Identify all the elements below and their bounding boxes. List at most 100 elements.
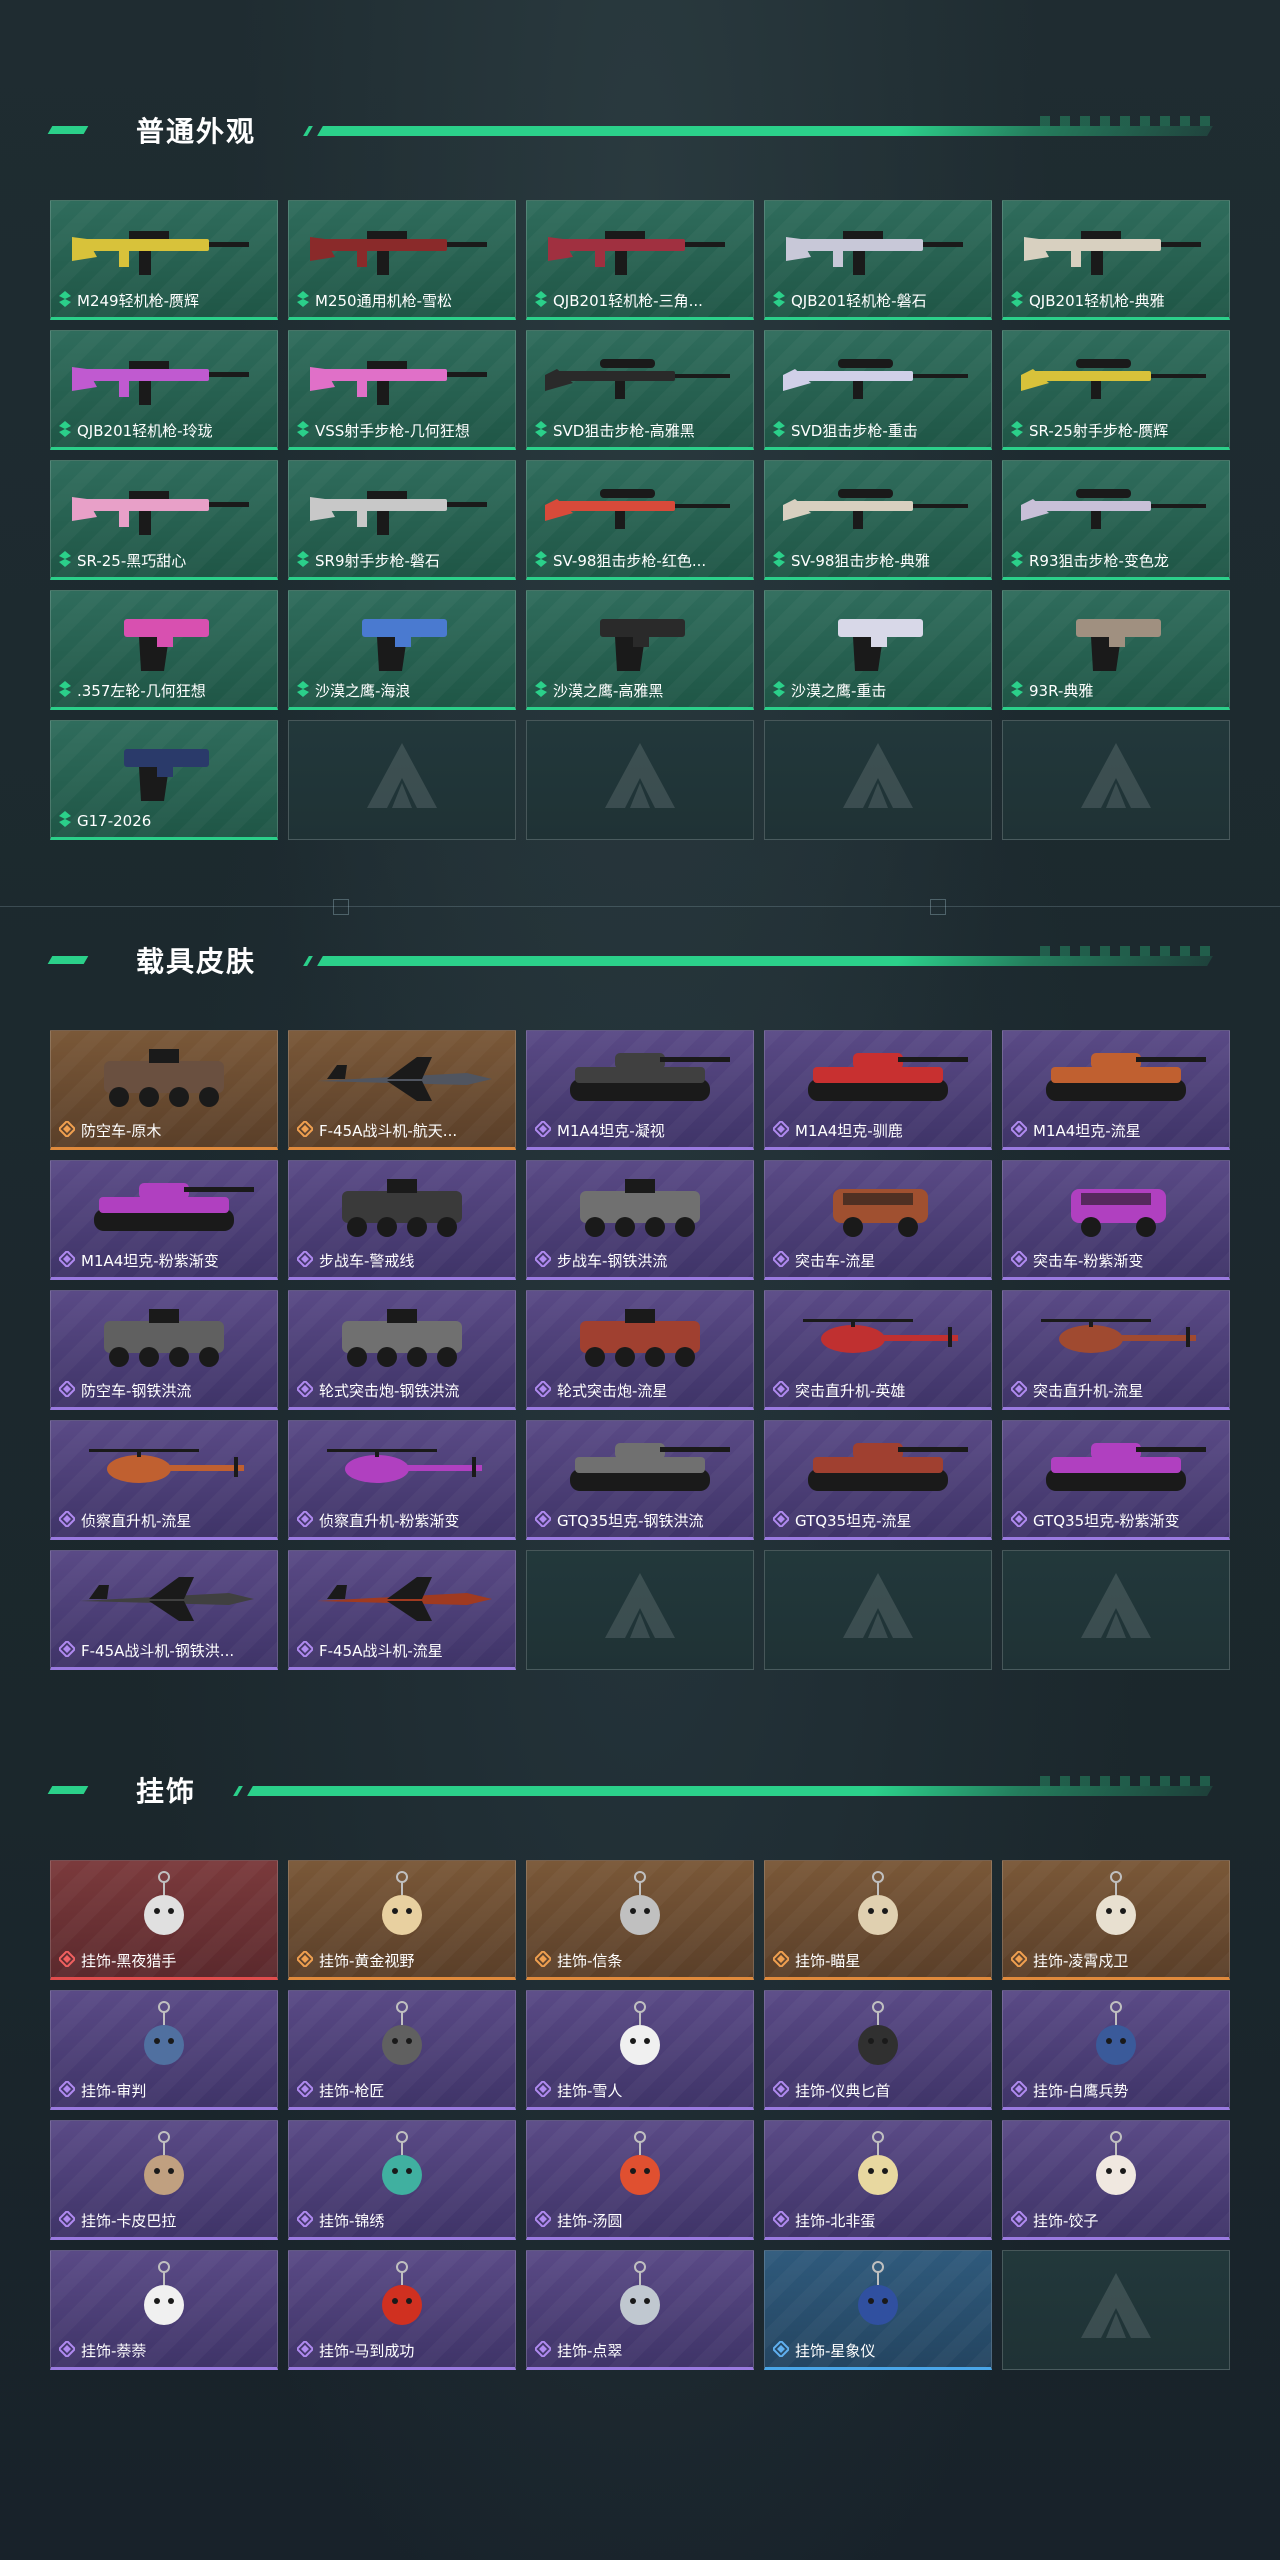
item-card[interactable]: VSS射手步枪-几何狂想	[288, 330, 516, 450]
item-card[interactable]: SR-25射手步枪-赝辉	[1002, 330, 1230, 450]
item-card[interactable]: 轮式突击炮-钢铁洪流	[288, 1290, 516, 1410]
item-card[interactable]: 防空车-原木	[50, 1030, 278, 1150]
item-card[interactable]: 挂饰-凌霄戍卫	[1002, 1860, 1230, 1980]
empty-slot	[1002, 2250, 1230, 2370]
quality-icon	[297, 2341, 315, 2361]
item-label-row: SVD狙击步枪-重击	[773, 421, 985, 441]
item-card[interactable]: 挂饰-雪人	[526, 1990, 754, 2110]
quality-icon	[1011, 1251, 1029, 1271]
item-card[interactable]: QJB201轻机枪-三角...	[526, 200, 754, 320]
item-card[interactable]: 沙漠之鹰-高雅黑	[526, 590, 754, 710]
item-card[interactable]: 挂饰-白鹰兵势	[1002, 1990, 1230, 2110]
item-name: R93狙击步枪-变色龙	[1029, 552, 1169, 570]
charm-icon	[527, 1997, 753, 2081]
item-card[interactable]: SVD狙击步枪-重击	[764, 330, 992, 450]
item-card[interactable]: 93R-典雅	[1002, 590, 1230, 710]
item-card[interactable]: 突击直升机-流星	[1002, 1290, 1230, 1410]
item-name: 挂饰-枪匠	[319, 2082, 385, 2100]
sniper-icon	[527, 337, 753, 421]
item-card[interactable]: 挂饰-星象仪	[764, 2250, 992, 2370]
section-weapon-skins: 普通外观 M249轻机枪-赝辉 M250通用机枪-雪松 QJB201轻机枪-三角…	[47, 100, 1230, 840]
item-card[interactable]: 沙漠之鹰-重击	[764, 590, 992, 710]
item-card[interactable]: R93狙击步枪-变色龙	[1002, 460, 1230, 580]
item-label-row: 挂饰-仪典匕首	[773, 2081, 985, 2101]
item-card[interactable]: M249轻机枪-赝辉	[50, 200, 278, 320]
item-card[interactable]: 挂饰-萘萘	[50, 2250, 278, 2370]
quality-icon	[773, 1951, 791, 1971]
item-card[interactable]: M1A4坦克-粉紫渐变	[50, 1160, 278, 1280]
item-card[interactable]: QJB201轻机枪-磐石	[764, 200, 992, 320]
item-card[interactable]: 挂饰-瞄星	[764, 1860, 992, 1980]
logo-icon	[838, 738, 918, 822]
empty-slot	[526, 720, 754, 840]
item-card[interactable]: 突击车-流星	[764, 1160, 992, 1280]
item-card[interactable]: 挂饰-锦绣	[288, 2120, 516, 2240]
divider-marker	[333, 899, 349, 915]
item-card[interactable]: SV-98狙击步枪-红色...	[526, 460, 754, 580]
item-label-row: 突击直升机-英雄	[773, 1381, 985, 1401]
item-card[interactable]: F-45A战斗机-流星	[288, 1550, 516, 1670]
quality-icon	[1011, 1951, 1029, 1971]
item-name: SVD狙击步枪-高雅黑	[553, 422, 695, 440]
item-card[interactable]: 步战车-警戒线	[288, 1160, 516, 1280]
item-name: SR-25-黑巧甜心	[77, 552, 187, 570]
quality-icon	[535, 1951, 553, 1971]
fighter-jet-icon	[51, 1557, 277, 1641]
item-card[interactable]: F-45A战斗机-航天...	[288, 1030, 516, 1150]
quality-icon	[773, 1121, 791, 1141]
item-name: M1A4坦克-驯鹿	[795, 1122, 903, 1140]
item-card[interactable]: M1A4坦克-驯鹿	[764, 1030, 992, 1150]
logo-icon	[362, 738, 442, 822]
item-name: 沙漠之鹰-海浪	[315, 682, 411, 700]
item-card[interactable]: 挂饰-仪典匕首	[764, 1990, 992, 2110]
item-card[interactable]: 挂饰-点翠	[526, 2250, 754, 2370]
item-name: 挂饰-萘萘	[81, 2342, 147, 2360]
item-card[interactable]: SVD狙击步枪-高雅黑	[526, 330, 754, 450]
item-card[interactable]: 挂饰-审判	[50, 1990, 278, 2110]
item-card[interactable]: 挂饰-枪匠	[288, 1990, 516, 2110]
item-card[interactable]: 沙漠之鹰-海浪	[288, 590, 516, 710]
item-card[interactable]: 挂饰-黄金视野	[288, 1860, 516, 1980]
item-card[interactable]: M250通用机枪-雪松	[288, 200, 516, 320]
item-card[interactable]: 轮式突击炮-流星	[526, 1290, 754, 1410]
item-card[interactable]: M1A4坦克-流星	[1002, 1030, 1230, 1150]
item-name: QJB201轻机枪-三角...	[553, 292, 703, 310]
item-card[interactable]: 挂饰-黑夜猎手	[50, 1860, 278, 1980]
item-card[interactable]: 侦察直升机-流星	[50, 1420, 278, 1540]
empty-slot	[1002, 720, 1230, 840]
assault-car-icon	[765, 1167, 991, 1251]
item-card[interactable]: M1A4坦克-凝视	[526, 1030, 754, 1150]
item-card[interactable]: 挂饰-北非蛋	[764, 2120, 992, 2240]
item-card[interactable]: SR-25-黑巧甜心	[50, 460, 278, 580]
item-card[interactable]: SR9射手步枪-磐石	[288, 460, 516, 580]
item-card[interactable]: 侦察直升机-粉紫渐变	[288, 1420, 516, 1540]
item-card[interactable]: 挂饰-汤圆	[526, 2120, 754, 2240]
item-card[interactable]: 挂饰-卡皮巴拉	[50, 2120, 278, 2240]
item-card[interactable]: 挂饰-马到成功	[288, 2250, 516, 2370]
pistol-icon	[765, 597, 991, 681]
item-card[interactable]: G17-2026	[50, 720, 278, 840]
item-card[interactable]: 防空车-钢铁洪流	[50, 1290, 278, 1410]
item-card[interactable]: .357左轮-几何狂想	[50, 590, 278, 710]
armored-vehicle-icon	[51, 1037, 277, 1121]
item-name: 挂饰-信条	[557, 1952, 623, 1970]
item-card[interactable]: QJB201轻机枪-典雅	[1002, 200, 1230, 320]
item-card[interactable]: 挂饰-信条	[526, 1860, 754, 1980]
item-card[interactable]: F-45A战斗机-钢铁洪...	[50, 1550, 278, 1670]
section-header: 普通外观	[47, 100, 1230, 156]
quality-icon	[297, 2081, 315, 2101]
item-card[interactable]: SV-98狙击步枪-典雅	[764, 460, 992, 580]
quality-icon	[1011, 2081, 1029, 2101]
item-card[interactable]: QJB201轻机枪-玲珑	[50, 330, 278, 450]
item-name: 挂饰-黑夜猎手	[81, 1952, 177, 1970]
item-card[interactable]: 突击直升机-英雄	[764, 1290, 992, 1410]
item-name: 挂饰-雪人	[557, 2082, 623, 2100]
item-card[interactable]: 挂饰-饺子	[1002, 2120, 1230, 2240]
item-card[interactable]: GTQ35坦克-钢铁洪流	[526, 1420, 754, 1540]
item-name: 沙漠之鹰-高雅黑	[553, 682, 664, 700]
item-card[interactable]: GTQ35坦克-粉紫渐变	[1002, 1420, 1230, 1540]
item-card[interactable]: 突击车-粉紫渐变	[1002, 1160, 1230, 1280]
item-label-row: 挂饰-点翠	[535, 2341, 747, 2361]
item-card[interactable]: 步战车-钢铁洪流	[526, 1160, 754, 1280]
item-card[interactable]: GTQ35坦克-流星	[764, 1420, 992, 1540]
